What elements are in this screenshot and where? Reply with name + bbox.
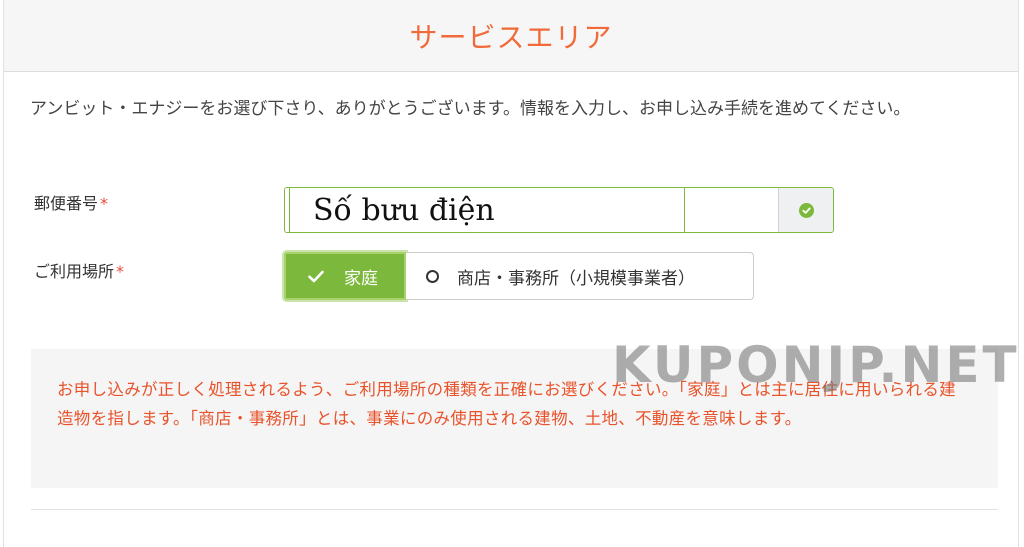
check-icon <box>308 270 324 283</box>
usage-label: ご利用場所 * <box>34 258 124 282</box>
page-title: サービスエリア <box>409 20 613 54</box>
usage-option-home-label: 家庭 <box>344 268 378 289</box>
check-circle-icon <box>798 202 814 218</box>
zip-valid-addon <box>778 188 833 232</box>
panel-header: サービスエリア <box>4 0 1018 72</box>
zip-label: 郵便番号 * <box>34 190 108 214</box>
zip-field-group <box>284 187 834 233</box>
usage-label-text: ご利用場所 <box>34 262 115 281</box>
radio-circle-icon <box>426 269 439 283</box>
notice-box: お申し込みが正しく処理されるよう、ご利用場所の種類を正確にお選びください。「家庭… <box>31 349 998 488</box>
service-area-panel: サービスエリア アンビット・エナジーをお選び下さり、ありがとうございます。情報を… <box>3 0 1019 547</box>
zip-label-text: 郵便番号 <box>34 194 99 213</box>
usage-option-shop-office-label: 商店・事務所（小規模事業者） <box>457 268 695 289</box>
usage-option-shop-office[interactable]: 商店・事務所（小規模事業者） <box>406 252 754 300</box>
divider <box>31 509 998 510</box>
required-mark: * <box>100 194 109 213</box>
usage-option-home[interactable]: 家庭 <box>284 252 406 300</box>
required-mark: * <box>116 262 125 281</box>
intro-text: アンビット・エナジーをお選び下さり、ありがとうございます。情報を入力し、お申し込… <box>30 99 911 119</box>
notice-text: お申し込みが正しく処理されるよう、ご利用場所の種類を正確にお選びください。「家庭… <box>57 380 956 428</box>
zip-input[interactable] <box>285 188 779 232</box>
